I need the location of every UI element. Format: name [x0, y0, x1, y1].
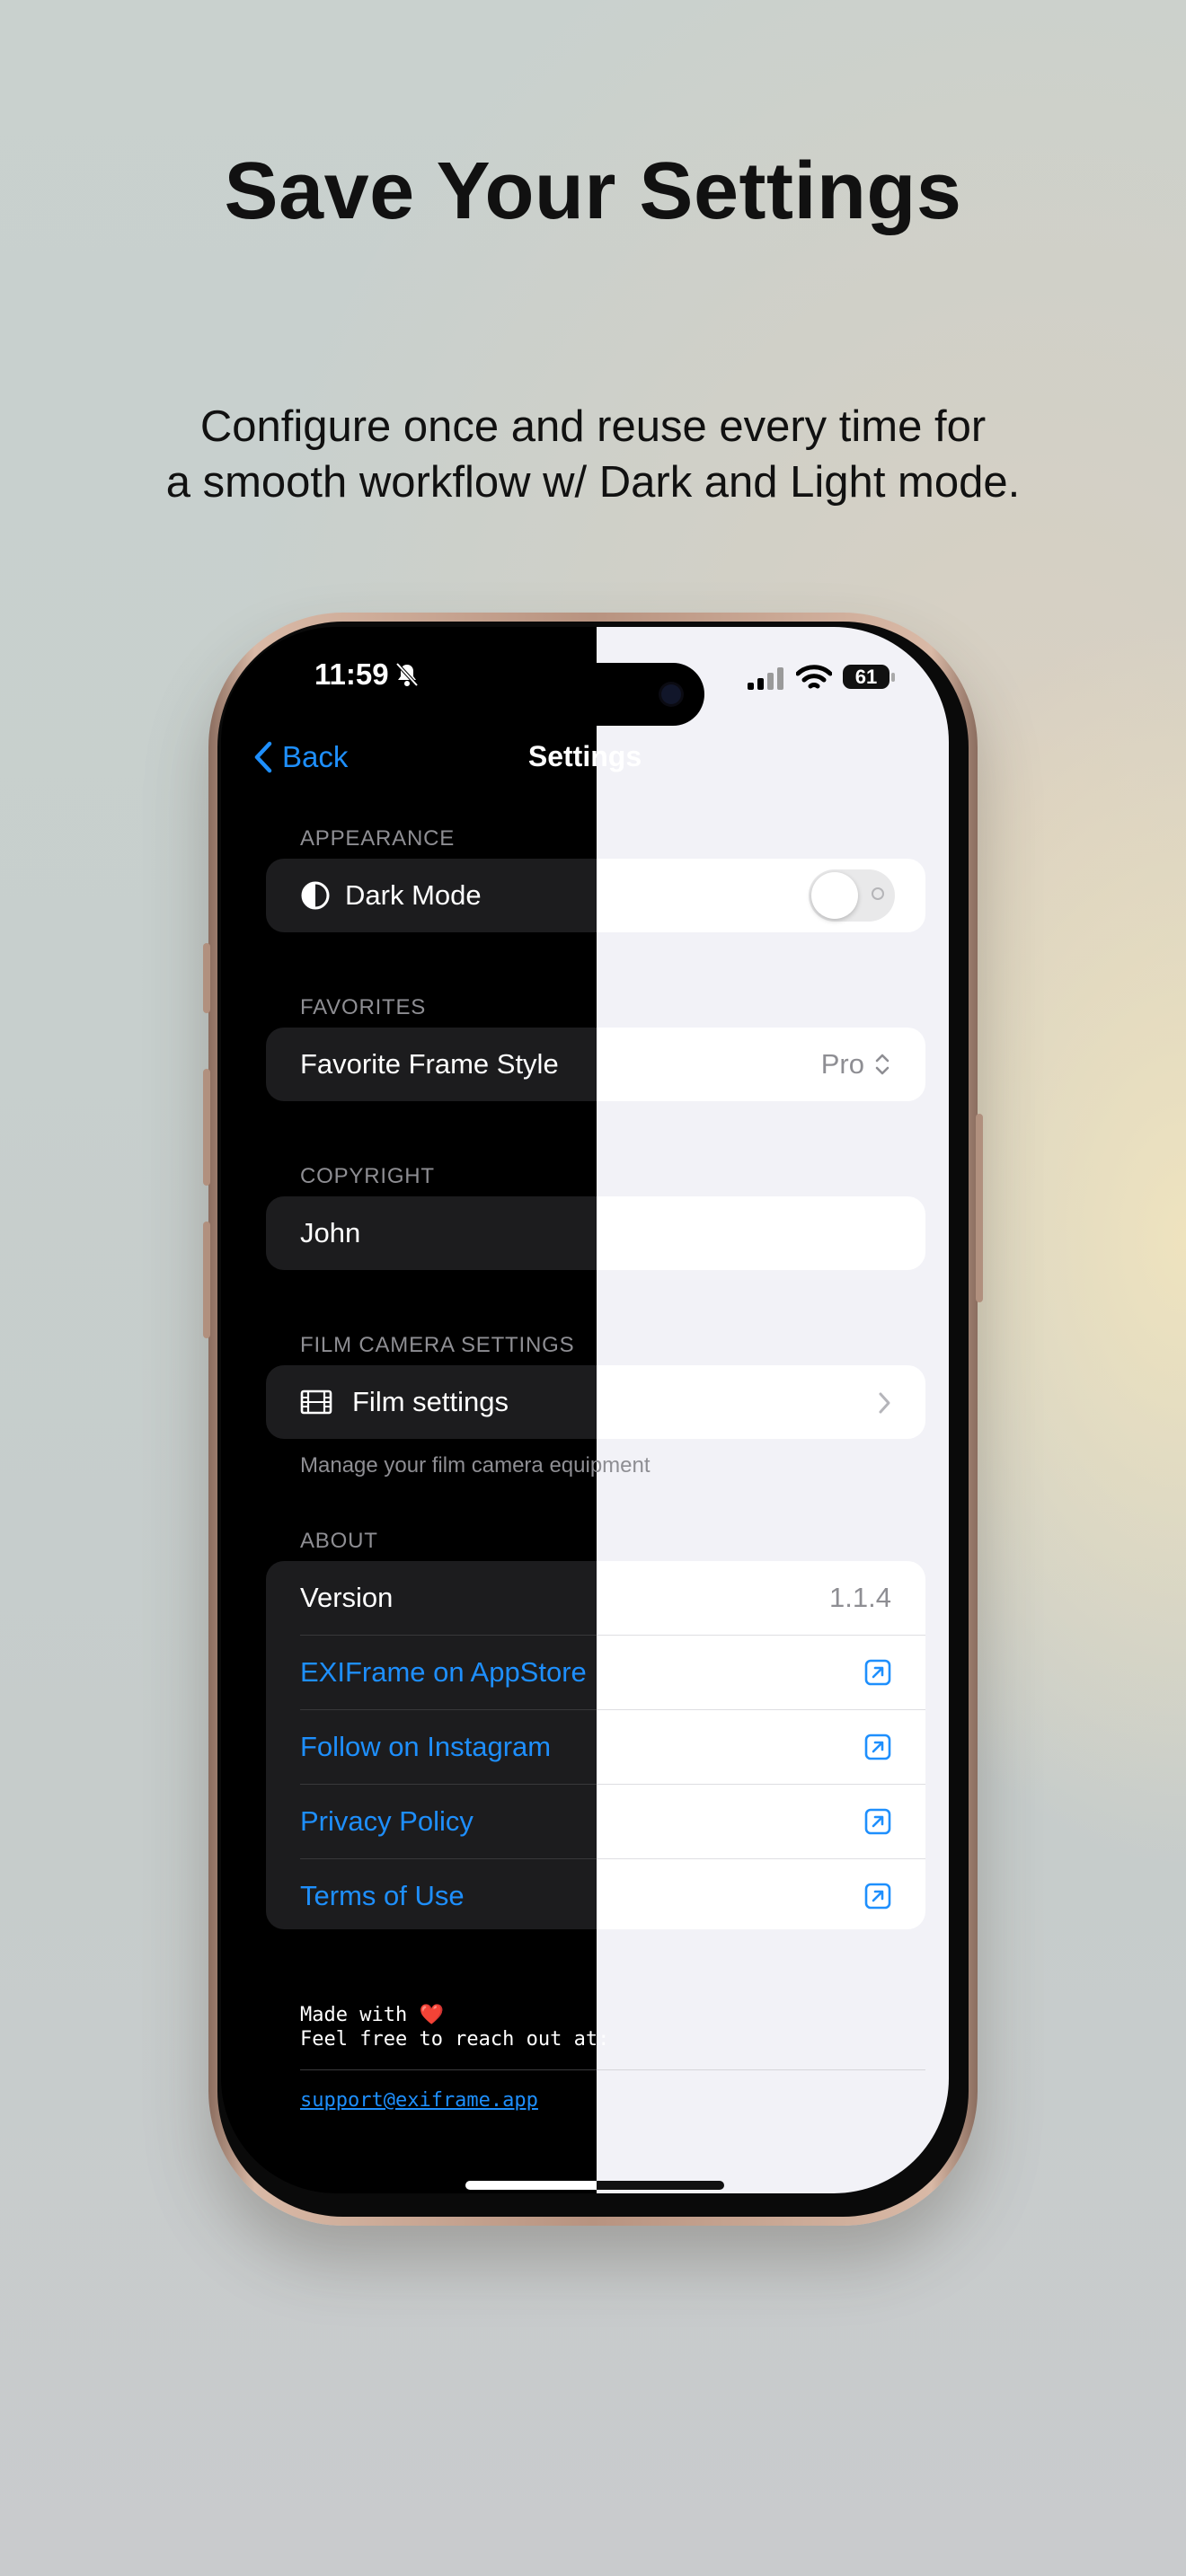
section-title-favorites: FAVORITES	[300, 995, 427, 1019]
action-button	[203, 943, 210, 1013]
external-link-icon	[864, 1883, 891, 1910]
footer-text: Made with ❤️ Feel free to reach out at:	[300, 2003, 609, 2051]
privacy-policy-row[interactable]: Privacy Policy	[266, 1785, 925, 1858]
version-value: 1.1.4	[829, 1582, 891, 1613]
section-title-about: ABOUT	[300, 1529, 378, 1553]
terms-of-use-row[interactable]: Terms of Use	[266, 1859, 925, 1929]
dark-mode-toggle[interactable]	[809, 869, 895, 922]
footer-divider	[300, 2069, 925, 2070]
home-indicator	[465, 2181, 724, 2190]
appstore-link-row[interactable]: EXIFrame on AppStore	[266, 1636, 925, 1709]
about-card: Version 1.1.4 EXIFrame on AppStore Follo…	[266, 1561, 925, 1929]
film-settings-row[interactable]: Film settings	[266, 1365, 925, 1439]
made-with-text: Made with	[300, 2004, 420, 2026]
cellular-signal-icon	[748, 667, 783, 690]
subtitle-line-2: a smooth workflow w/ Dark and Light mode…	[165, 458, 1021, 507]
favorite-frame-style-value: Pro	[820, 1048, 864, 1080]
section-title-appearance: APPEARANCE	[300, 826, 456, 851]
support-email-link[interactable]: support@exiframe.app	[300, 2089, 538, 2112]
external-link-icon	[864, 1659, 891, 1686]
chevron-up-down-icon	[875, 1054, 890, 1075]
copyright-card: John	[266, 1196, 925, 1270]
copyright-name-field[interactable]: John	[266, 1196, 925, 1270]
film-footnote: Manage your film camera equipment	[300, 1453, 651, 1478]
subtitle: Configure once and reuse every time for …	[0, 399, 1186, 510]
reach-out-text: Feel free to reach out at:	[300, 2028, 610, 2051]
appstore-link: EXIFrame on AppStore	[300, 1656, 587, 1688]
toggle-off-indicator	[872, 887, 884, 900]
film-icon	[300, 1389, 332, 1415]
camera-lens	[661, 684, 681, 704]
section-title-copyright: COPYRIGHT	[300, 1164, 435, 1188]
phone-screen: 11:59 61 Back Settings APPEARANCE Dark M…	[221, 627, 949, 2193]
privacy-policy-link: Privacy Policy	[300, 1805, 474, 1837]
volume-down-button	[203, 1222, 210, 1338]
favorite-frame-style-row[interactable]: Favorite Frame Style Pro	[266, 1028, 925, 1101]
favorite-frame-style-label: Favorite Frame Style	[300, 1048, 559, 1080]
volume-up-button	[203, 1069, 210, 1186]
made-with-line: Made with ❤️	[300, 2003, 609, 2027]
film-card: Film settings	[266, 1365, 925, 1439]
battery-indicator: 61	[843, 665, 890, 689]
page-title: Settings	[527, 740, 642, 772]
chevron-right-icon	[879, 1392, 890, 1414]
half-circle-contrast-icon	[301, 881, 330, 910]
dark-mode-label: Dark Mode	[345, 879, 482, 911]
bell-slash-icon	[395, 662, 419, 687]
section-title-film: FILM CAMERA SETTINGS	[300, 1333, 575, 1357]
headline: Save Your Settings	[224, 146, 962, 236]
appearance-card: Dark Mode	[266, 859, 925, 932]
dark-mode-row: Dark Mode	[266, 859, 925, 932]
external-link-icon	[864, 1734, 891, 1760]
heart-icon: ❤️	[419, 2004, 444, 2026]
terms-of-use-link: Terms of Use	[300, 1880, 465, 1911]
film-settings-label: Film settings	[352, 1386, 509, 1417]
instagram-link: Follow on Instagram	[300, 1731, 552, 1762]
subtitle-line-1: Configure once and reuse every time for	[199, 402, 987, 451]
favorites-card: Favorite Frame Style Pro	[266, 1028, 925, 1101]
status-time: 11:59	[314, 657, 389, 691]
version-row: Version 1.1.4	[266, 1561, 925, 1635]
battery-tip	[891, 673, 895, 682]
external-link-icon	[864, 1808, 891, 1835]
wifi-icon	[796, 665, 832, 689]
instagram-link-row[interactable]: Follow on Instagram	[266, 1710, 925, 1784]
power-button	[976, 1114, 983, 1302]
copyright-name-value: John	[300, 1217, 361, 1248]
version-label: Version	[300, 1582, 394, 1613]
toggle-knob	[811, 872, 858, 919]
